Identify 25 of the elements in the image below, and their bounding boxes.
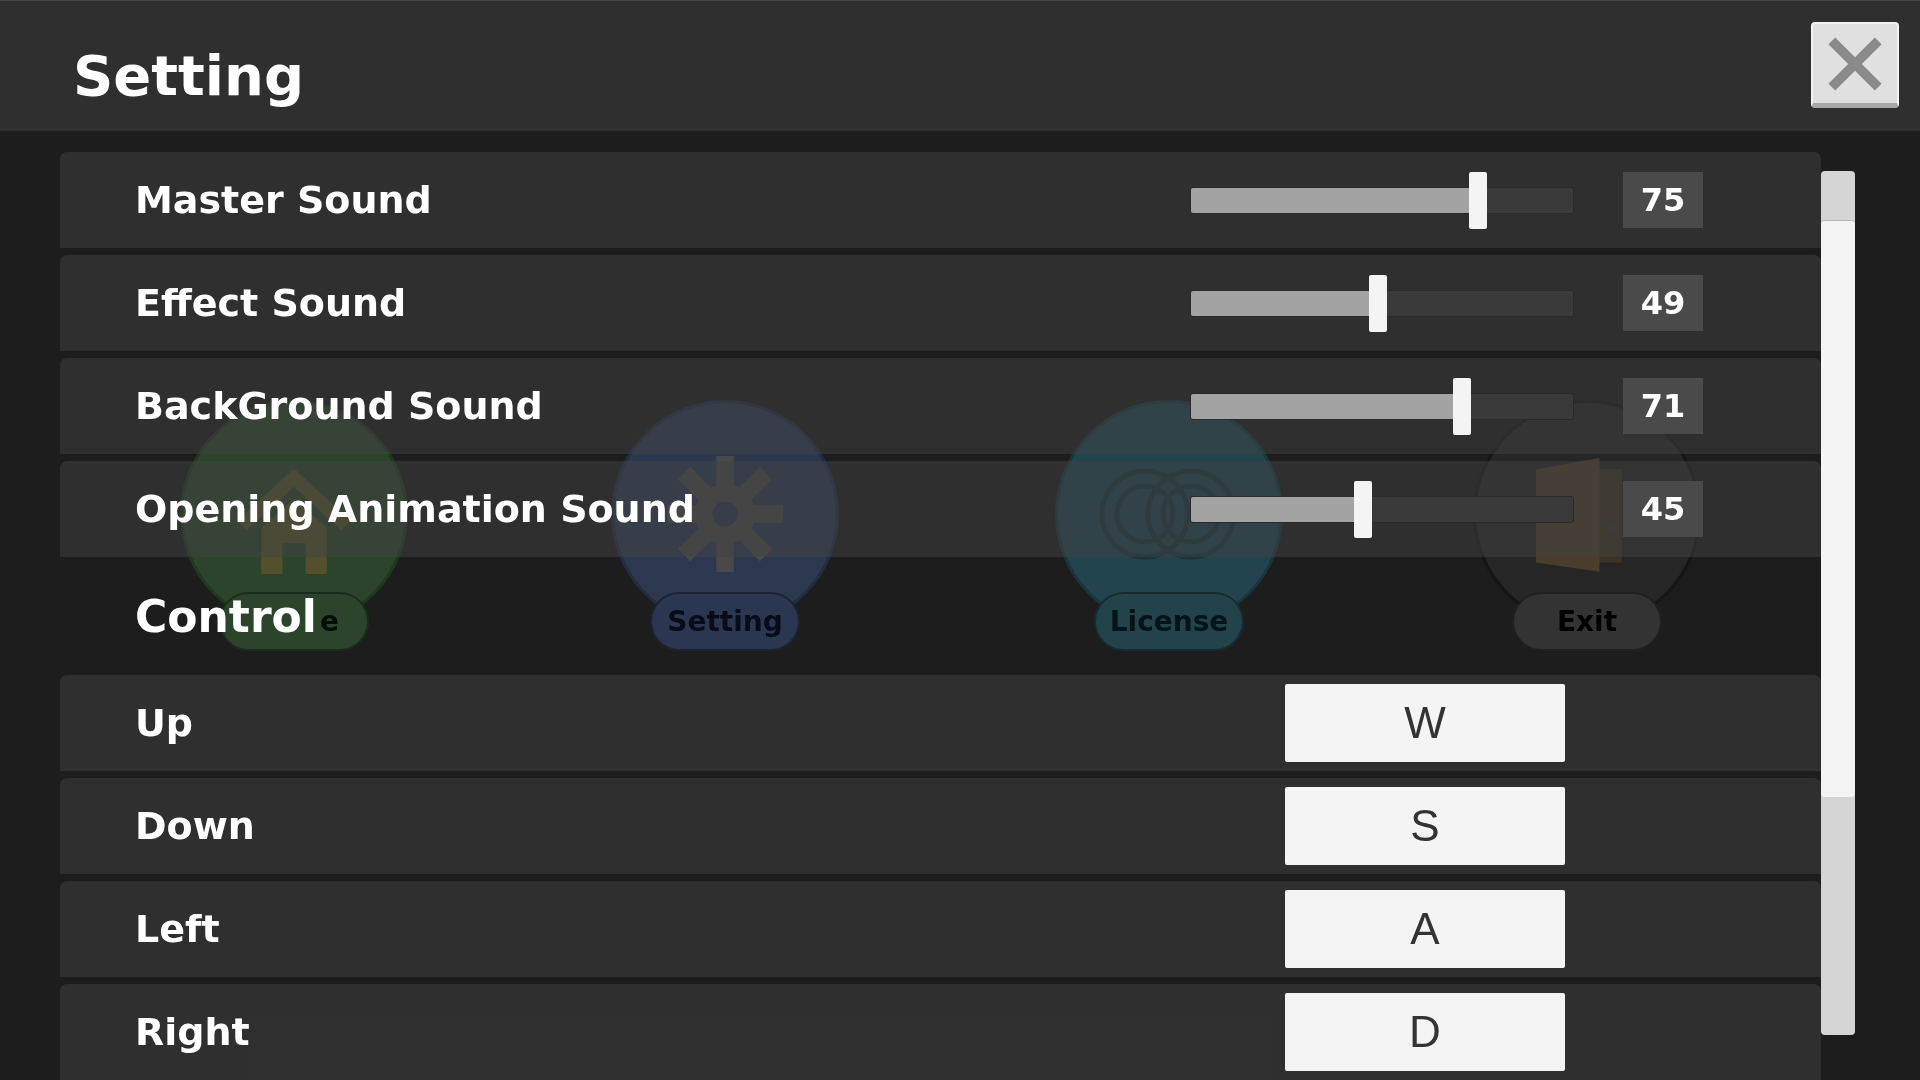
slider-thumb[interactable] (1369, 274, 1388, 332)
key-binding-button[interactable]: A (1285, 890, 1565, 968)
menu-label: Setting (650, 592, 800, 651)
section-title: Control (135, 590, 317, 642)
setting-label: BackGround Sound (135, 384, 544, 428)
key-binding-button[interactable]: W (1285, 684, 1565, 762)
setting-label: Left (135, 907, 221, 951)
setting-label: Right (135, 1010, 251, 1054)
key-binding-button[interactable]: S (1285, 787, 1565, 865)
setting-label: Up (135, 701, 195, 745)
slider-thumb[interactable] (1468, 171, 1487, 229)
setting-label: Effect Sound (135, 281, 408, 325)
slider-value: 45 (1623, 481, 1703, 537)
scrollbar-track[interactable] (1821, 171, 1855, 1035)
setting-label: Down (135, 804, 256, 848)
slider-thumb[interactable] (1353, 480, 1372, 538)
slider-value: 71 (1623, 378, 1703, 434)
close-button[interactable] (1811, 22, 1899, 108)
slider-value: 75 (1623, 172, 1703, 228)
key-binding-button[interactable]: D (1285, 993, 1565, 1071)
setting-label: Opening Animation Sound (135, 487, 696, 531)
slider-thumb[interactable] (1453, 377, 1472, 435)
scrollbar-thumb[interactable] (1821, 220, 1855, 797)
slider-value: 49 (1623, 275, 1703, 331)
setting-label: Master Sound (135, 178, 433, 222)
